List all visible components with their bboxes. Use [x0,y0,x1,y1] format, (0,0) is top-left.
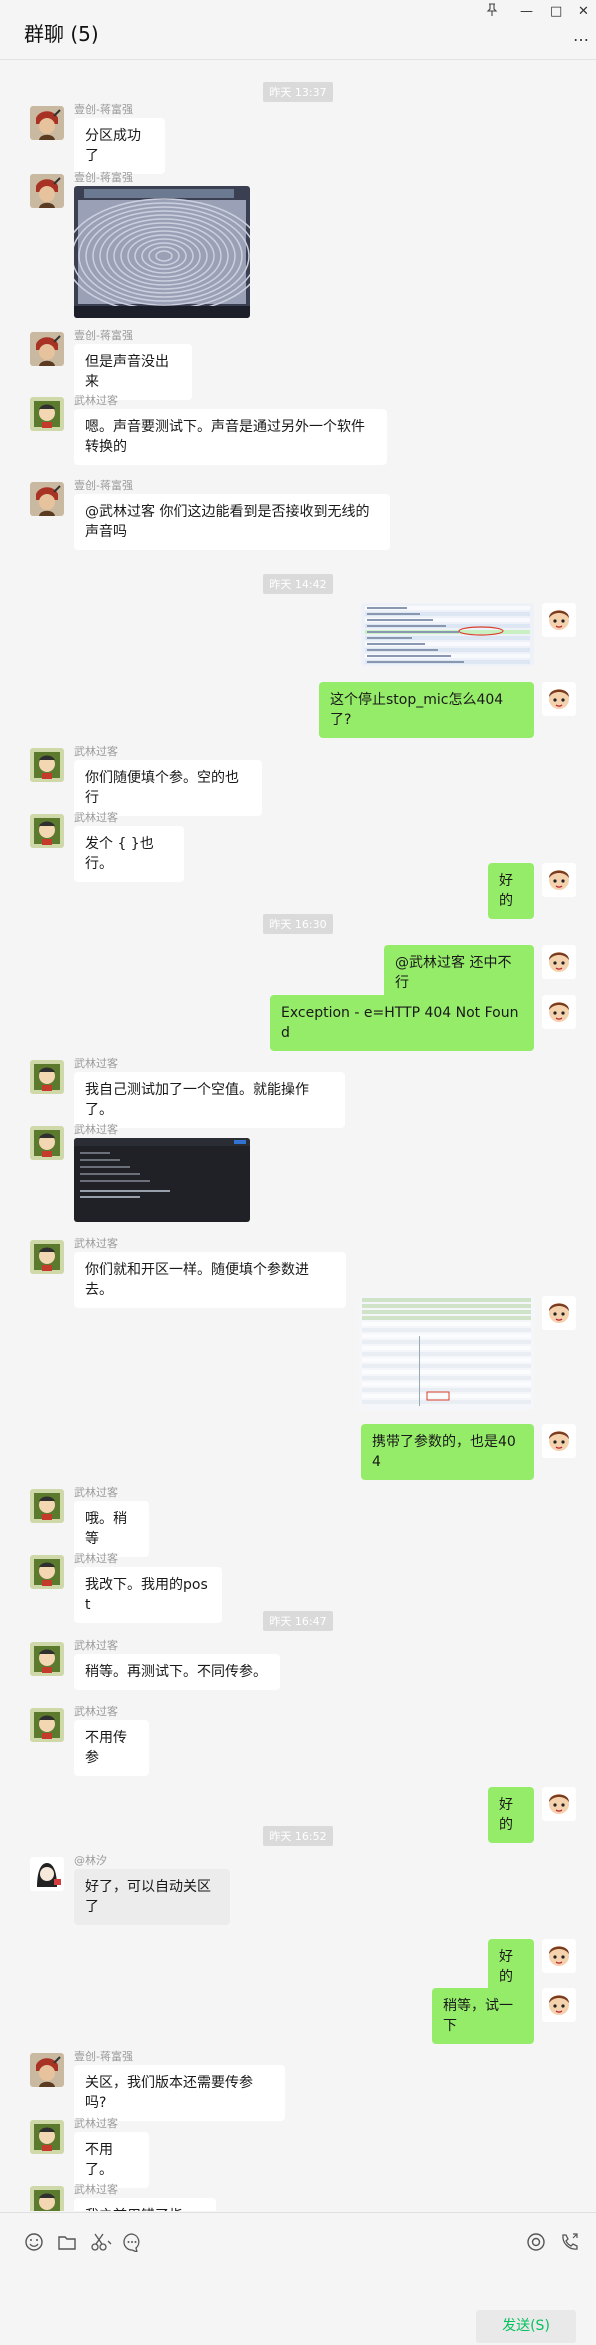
timestamp: 昨天 13:37 [0,81,596,102]
cartoon-avatar[interactable] [30,814,64,848]
timestamp: 昨天 16:30 [0,913,596,934]
cartoon-avatar[interactable] [30,1489,64,1523]
close-button[interactable]: ✕ [578,3,589,21]
title-bar: 群聊 (5) — □ ✕ … [0,0,596,60]
dark-screenshot-of-api-tool-image[interactable] [74,1138,250,1222]
sender-name: 武林过客 [74,394,118,407]
sender-name: 武林过客 [74,1705,118,1718]
sender-name: 武林过客 [74,811,118,824]
warrior-avatar[interactable] [30,332,64,366]
message-list[interactable]: 昨天 13:37 壹创-蒋富强 分区成功了 壹创-蒋富强 壹创-蒋富强 但是声音没出来 武林… [0,61,596,2211]
cartoon-avatar[interactable] [30,1642,64,1676]
call-icon[interactable] [559,2232,579,2252]
message-bubble[interactable]: 携带了参数的，也是404 [361,1424,534,1480]
timestamp: 昨天 14:42 [0,573,596,594]
message-bubble[interactable]: 我自己测试加了一个空值。就能操作了。 [74,1072,345,1128]
chat-history-icon[interactable] [122,2232,142,2254]
cartoon-avatar[interactable] [30,1708,64,1742]
cartoon-avatar[interactable] [30,2186,64,2211]
warrior-avatar[interactable] [30,2053,64,2087]
sender-name: 武林过客 [74,1237,118,1250]
cartoon-avatar[interactable] [30,1555,64,1589]
screenshot-of-request-log-image[interactable] [361,603,534,666]
boy-avatar[interactable] [542,1988,576,2022]
timestamp-text: 昨天 13:37 [263,82,333,102]
message-bubble[interactable]: 这个停止stop_mic怎么404了? [319,682,534,738]
message-bubble[interactable]: Exception - e=HTTP 404 Not Found [270,995,534,1051]
message-bubble[interactable]: 发个 { }也行。 [74,826,184,882]
boy-avatar[interactable] [542,1787,576,1821]
sender-name: @林汐 [74,1854,107,1867]
sender-name: 壹创-蒋富强 [74,171,133,184]
cartoon-avatar[interactable] [30,1060,64,1094]
message-bubble[interactable]: 好了，可以自动关区了 [74,1869,230,1925]
message-bubble[interactable]: 好的 [488,1939,534,1995]
warrior-avatar[interactable] [30,106,64,140]
boy-avatar[interactable] [542,1424,576,1458]
message-bubble[interactable]: @武林过客 还中不行 [384,945,534,1001]
boy-avatar[interactable] [542,1296,576,1330]
timestamp: 昨天 16:47 [0,1610,596,1631]
message-bubble[interactable]: 稍等，试一下 [432,1988,534,2044]
timestamp-text: 昨天 16:30 [263,914,333,934]
message-bubble[interactable]: 哦。稍等 [74,1501,149,1557]
sender-name: 武林过客 [74,1552,118,1565]
sender-name: 壹创-蒋富强 [74,329,133,342]
maximize-button[interactable]: □ [550,3,562,21]
message-bubble[interactable]: 你们随便填个参。空的也行 [74,760,262,816]
sender-name: 壹创-蒋富强 [74,103,133,116]
sender-name: 壹创-蒋富强 [74,479,133,492]
sender-name: 武林过客 [74,745,118,758]
timestamp-text: 昨天 16:52 [263,1826,333,1846]
message-bubble[interactable]: 嗯。声音要测试下。声音是通过另外一个软件转换的 [74,409,387,465]
message-bubble[interactable]: 我之前用错了指令。 [74,2198,216,2211]
boy-avatar[interactable] [542,682,576,716]
cartoon-avatar[interactable] [30,748,64,782]
message-bubble[interactable]: 不用传参 [74,1720,149,1776]
photo-of-monitor-image[interactable] [74,186,250,318]
message-bubble[interactable]: 不用了。 [74,2132,149,2188]
warrior-avatar[interactable] [30,174,64,208]
sender-name: 武林过客 [74,1639,118,1652]
folder-icon[interactable] [57,2232,77,2252]
emoji-icon[interactable] [24,2232,44,2252]
input-toolbar: 发送(S) [0,2212,596,2345]
message-bubble[interactable]: 稍等。再测试下。不同传参。 [74,1654,280,1690]
boy-avatar[interactable] [542,603,576,637]
sender-name: 壹创-蒋富强 [74,2050,133,2063]
minimize-button[interactable]: — [520,3,533,21]
message-bubble[interactable]: 好的 [488,863,534,919]
timestamp-text: 昨天 14:42 [263,574,333,594]
more-options-button[interactable]: … [573,26,590,45]
sender-name: 武林过客 [74,2183,118,2196]
live-icon[interactable] [526,2232,546,2252]
cartoon-avatar[interactable] [30,1126,64,1160]
sender-name: 武林过客 [74,1057,118,1070]
cartoon-avatar[interactable] [30,1240,64,1274]
send-button[interactable]: 发送(S) [476,2310,576,2343]
sender-name: 武林过客 [74,1486,118,1499]
girl-avatar[interactable] [30,1857,64,1891]
sender-name: 武林过客 [74,1123,118,1136]
message-bubble[interactable]: 关区，我们版本还需要传参吗? [74,2065,285,2121]
timestamp: 昨天 16:52 [0,1825,596,1846]
message-bubble[interactable]: 分区成功了 [74,118,165,174]
warrior-avatar[interactable] [30,482,64,516]
message-bubble[interactable]: 你们就和开区一样。随便填个参数进去。 [74,1252,346,1308]
cartoon-avatar[interactable] [30,2120,64,2154]
boy-avatar[interactable] [542,995,576,1029]
message-bubble[interactable]: @武林过客 你们这边能看到是否接收到无线的声音吗 [74,494,390,550]
screenshot-of-packet-capture-image[interactable] [359,1296,534,1410]
scissors-icon[interactable] [89,2232,112,2252]
sender-name: 武林过客 [74,2117,118,2130]
boy-avatar[interactable] [542,1939,576,1973]
pin-icon[interactable] [486,3,498,23]
chat-title: 群聊 (5) [24,22,99,46]
timestamp-text: 昨天 16:47 [263,1611,333,1631]
boy-avatar[interactable] [542,945,576,979]
boy-avatar[interactable] [542,863,576,897]
cartoon-avatar[interactable] [30,397,64,431]
